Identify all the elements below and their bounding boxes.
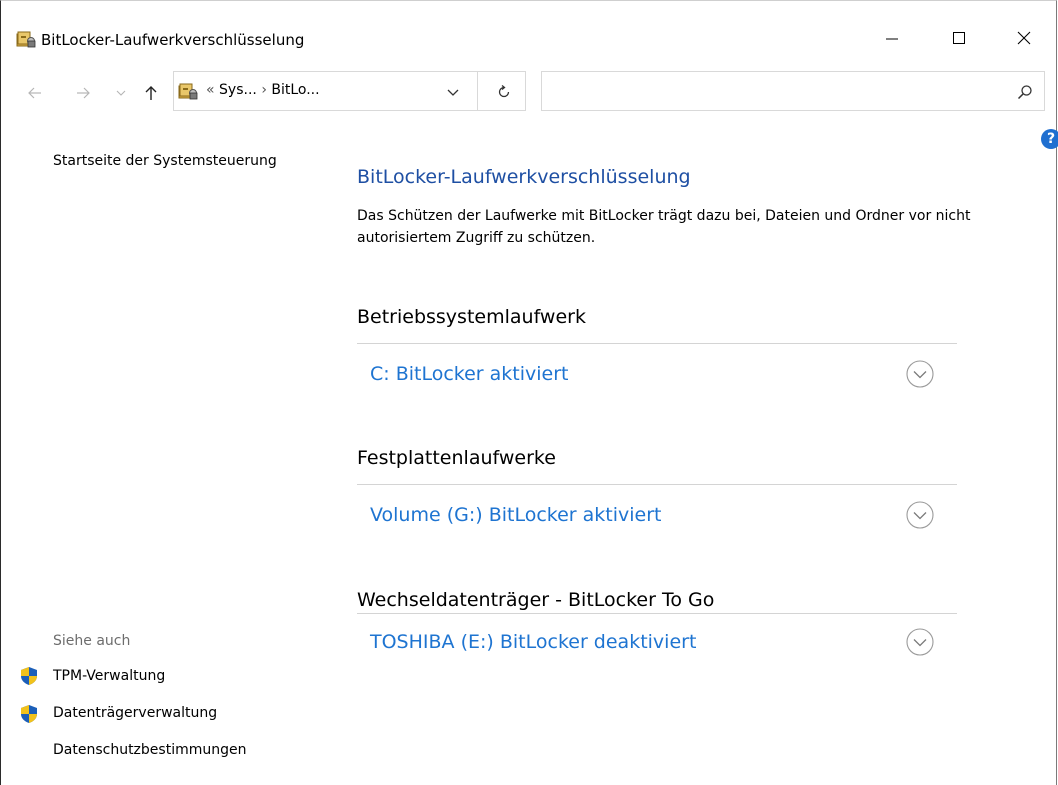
forward-arrow-icon[interactable] bbox=[73, 83, 93, 103]
disk-management-link[interactable]: Datenträgerverwaltung bbox=[53, 705, 217, 721]
up-arrow-icon[interactable] bbox=[141, 83, 161, 103]
control-panel-home-link[interactable]: Startseite der Systemsteuerung bbox=[53, 153, 277, 169]
breadcrumb-separator[interactable]: › bbox=[261, 82, 267, 98]
search-icon[interactable] bbox=[1016, 83, 1034, 101]
search-input[interactable] bbox=[541, 71, 1045, 111]
expand-chevron-icon[interactable] bbox=[905, 500, 935, 530]
expand-chevron-icon[interactable] bbox=[905, 627, 935, 657]
page-description: Das Schützen der Laufwerke mit BitLocker… bbox=[357, 208, 971, 246]
section-divider bbox=[357, 484, 957, 485]
section-heading-fixed-drives: Festplattenlaufwerke bbox=[357, 447, 556, 469]
expand-chevron-icon[interactable] bbox=[905, 359, 935, 389]
breadcrumb-item-system[interactable]: Sys... bbox=[219, 82, 257, 98]
minimize-button[interactable] bbox=[869, 15, 915, 61]
bitlocker-icon bbox=[178, 82, 200, 102]
address-divider bbox=[477, 72, 478, 110]
help-icon[interactable]: ? bbox=[1041, 129, 1058, 149]
title-bar: BitLocker-Laufwerkverschlüsselung bbox=[1, 1, 1056, 59]
section-heading-os-drive: Betriebssystemlaufwerk bbox=[357, 306, 586, 328]
close-icon bbox=[1017, 31, 1031, 45]
drive-c-link[interactable]: C: BitLocker aktiviert bbox=[370, 363, 569, 385]
uac-shield-icon bbox=[19, 666, 39, 686]
drive-g-link[interactable]: Volume (G:) BitLocker aktiviert bbox=[370, 504, 662, 526]
breadcrumb-overflow[interactable]: « bbox=[206, 82, 215, 98]
maximize-button[interactable] bbox=[936, 15, 982, 61]
bitlocker-window: BitLocker-Laufwerkverschlüsselung « Sys.… bbox=[0, 0, 1058, 785]
breadcrumb: « Sys... › BitLo... bbox=[206, 82, 320, 98]
recent-locations-chevron-icon[interactable] bbox=[111, 83, 131, 103]
close-button[interactable] bbox=[1001, 15, 1047, 61]
address-bar[interactable]: « Sys... › BitLo... bbox=[173, 71, 526, 111]
section-divider bbox=[357, 613, 957, 614]
breadcrumb-item-bitlocker[interactable]: BitLo... bbox=[271, 82, 319, 98]
back-arrow-icon[interactable] bbox=[25, 83, 45, 103]
section-heading-removable-drives: Wechseldatenträger - BitLocker To Go bbox=[357, 589, 715, 611]
page-title: BitLocker-Laufwerkverschlüsselung bbox=[357, 166, 691, 188]
privacy-statement-link[interactable]: Datenschutzbestimmungen bbox=[53, 742, 246, 758]
address-dropdown-chevron-icon[interactable] bbox=[445, 84, 461, 100]
window-title: BitLocker-Laufwerkverschlüsselung bbox=[41, 31, 305, 49]
drive-e-link[interactable]: TOSHIBA (E:) BitLocker deaktiviert bbox=[370, 631, 696, 653]
tpm-management-link[interactable]: TPM-Verwaltung bbox=[53, 668, 165, 684]
section-divider bbox=[357, 343, 957, 344]
uac-shield-icon bbox=[19, 704, 39, 724]
bitlocker-icon bbox=[16, 30, 38, 50]
refresh-icon[interactable] bbox=[495, 83, 513, 101]
minimize-icon bbox=[886, 38, 898, 40]
see-also-label: Siehe auch bbox=[53, 633, 131, 649]
maximize-icon bbox=[953, 32, 965, 44]
